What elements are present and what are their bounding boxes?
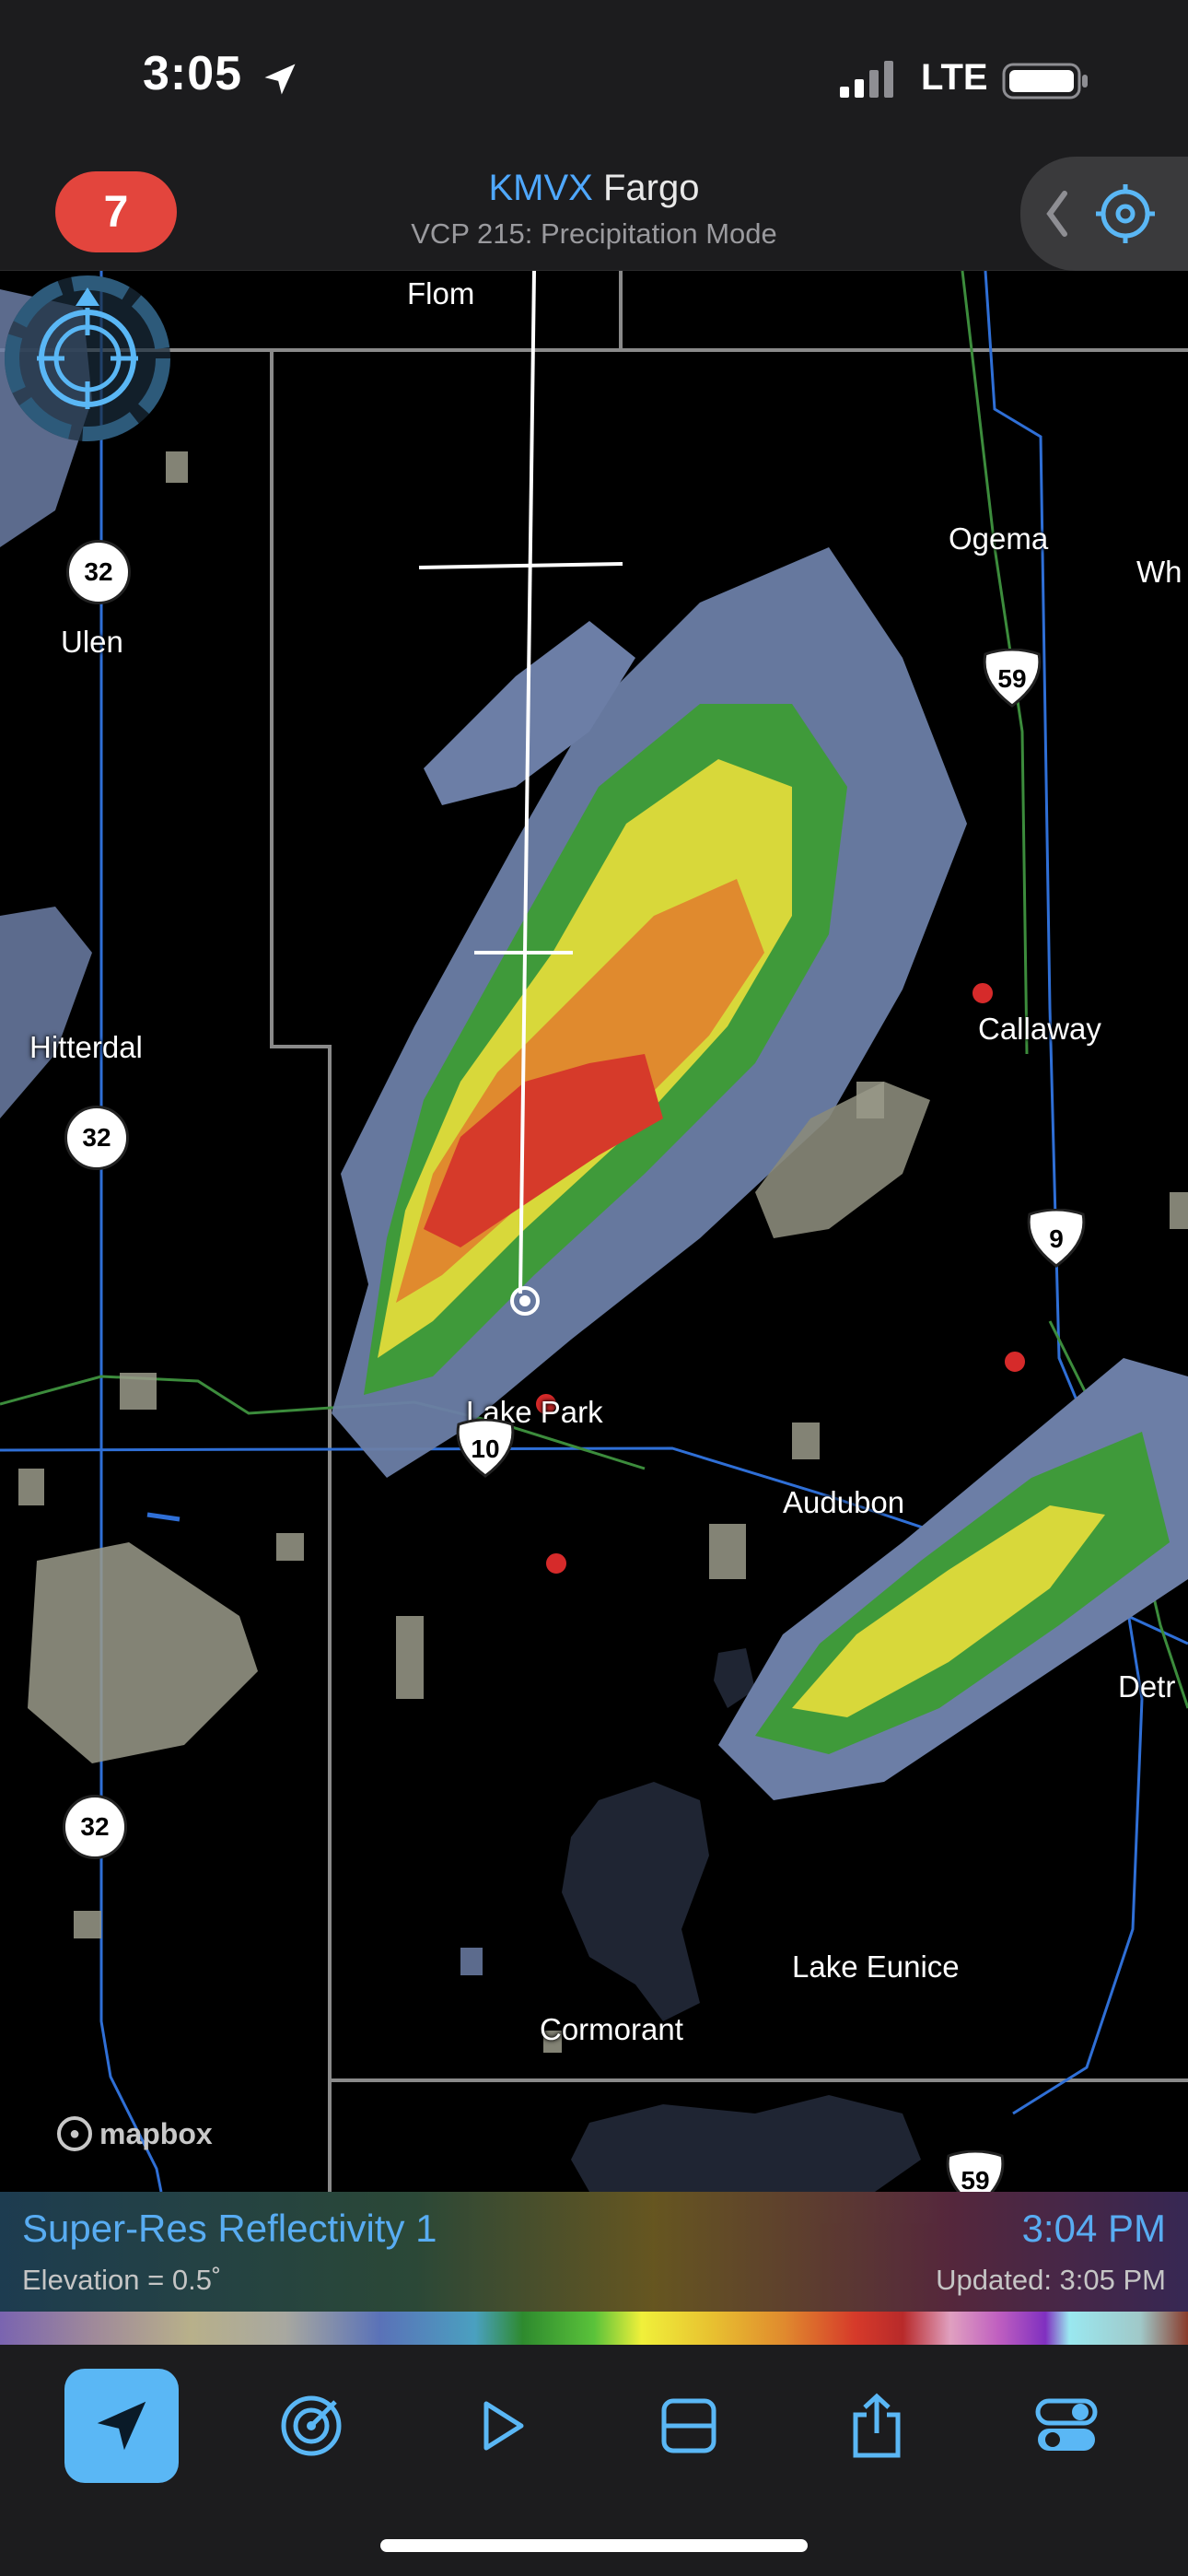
current-location-icon[interactable] (0, 271, 175, 446)
scan-time: 3:04 PM (1021, 2207, 1166, 2250)
route-shield: 32 (63, 1795, 127, 1859)
product-name[interactable]: Super-Res Reflectivity 1 (22, 2207, 437, 2251)
play-icon (483, 2401, 524, 2451)
place-label: Lake Eunice (792, 1950, 960, 1984)
place-label: Audubon (783, 1485, 905, 1519)
station-city: Fargo (602, 168, 700, 208)
place-label: Ulen (61, 625, 123, 659)
home-indicator (380, 2539, 808, 2552)
route-shield: 32 (66, 540, 131, 604)
radar-header: 7 KMVX Fargo VCP 215: Precipitation Mode (0, 157, 1188, 271)
place-label: Detr (1118, 1669, 1176, 1704)
place-label: Cormorant (540, 2012, 683, 2046)
product-info-bar[interactable]: Super-Res Reflectivity 1 Elevation = 0.5… (0, 2192, 1188, 2312)
us-route-shield: 9 (1024, 1209, 1089, 1270)
reflectivity-color-scale (0, 2312, 1188, 2345)
location-button[interactable] (64, 2369, 179, 2483)
status-bar: 3:05 LTE (0, 0, 1188, 157)
place-label: Flom (407, 276, 475, 310)
target-icon[interactable] (1092, 181, 1159, 247)
us-route-shield: 59 (943, 2150, 1007, 2192)
place-label: Wh (1136, 555, 1182, 589)
radar-icon (281, 2395, 342, 2456)
layout-button[interactable] (632, 2369, 746, 2483)
battery-icon (1002, 63, 1088, 100)
play-button[interactable] (444, 2369, 558, 2483)
settings-button[interactable] (1009, 2369, 1124, 2483)
mapbox-attribution[interactable]: ● mapbox (57, 2113, 213, 2154)
signal-icon (840, 61, 893, 98)
mapbox-icon: ● (57, 2116, 92, 2151)
share-icon (853, 2393, 901, 2458)
updated-time: Updated: 3:05 PM (936, 2264, 1166, 2296)
location-arrow-icon (264, 64, 296, 95)
place-label: Ogema (949, 521, 1049, 556)
us-route-shield: 10 (453, 1419, 518, 1480)
place-label: Hitterdal (29, 1030, 143, 1064)
radar-echo-southeast (718, 1358, 1188, 1800)
radar-button[interactable] (254, 2369, 368, 2483)
status-time: 3:05 (143, 47, 243, 100)
radar-echo-main (332, 547, 967, 1478)
us-route-shield: 59 (980, 649, 1044, 709)
location-arrow-icon (97, 2401, 146, 2451)
route-shield: 32 (64, 1106, 129, 1170)
settings-toggle-icon (1035, 2398, 1098, 2451)
chevron-left-icon[interactable] (1041, 188, 1074, 240)
radar-map[interactable]: Flom Ogema Wh Ulen Hitterdal Callaway La… (0, 271, 1188, 2192)
network-type: LTE (921, 57, 988, 98)
map-layers (0, 271, 1188, 2192)
place-label: Callaway (978, 1012, 1101, 1046)
header-tools-panel[interactable] (1020, 157, 1188, 271)
product-elevation: Elevation = 0.5˚ (22, 2264, 222, 2296)
share-button[interactable] (820, 2369, 934, 2483)
vcp-mode: VCP 215: Precipitation Mode (411, 217, 777, 250)
station-id: KMVX (488, 168, 593, 208)
station-selector[interactable]: KMVX Fargo (0, 168, 1188, 209)
layers-icon (661, 2398, 716, 2453)
